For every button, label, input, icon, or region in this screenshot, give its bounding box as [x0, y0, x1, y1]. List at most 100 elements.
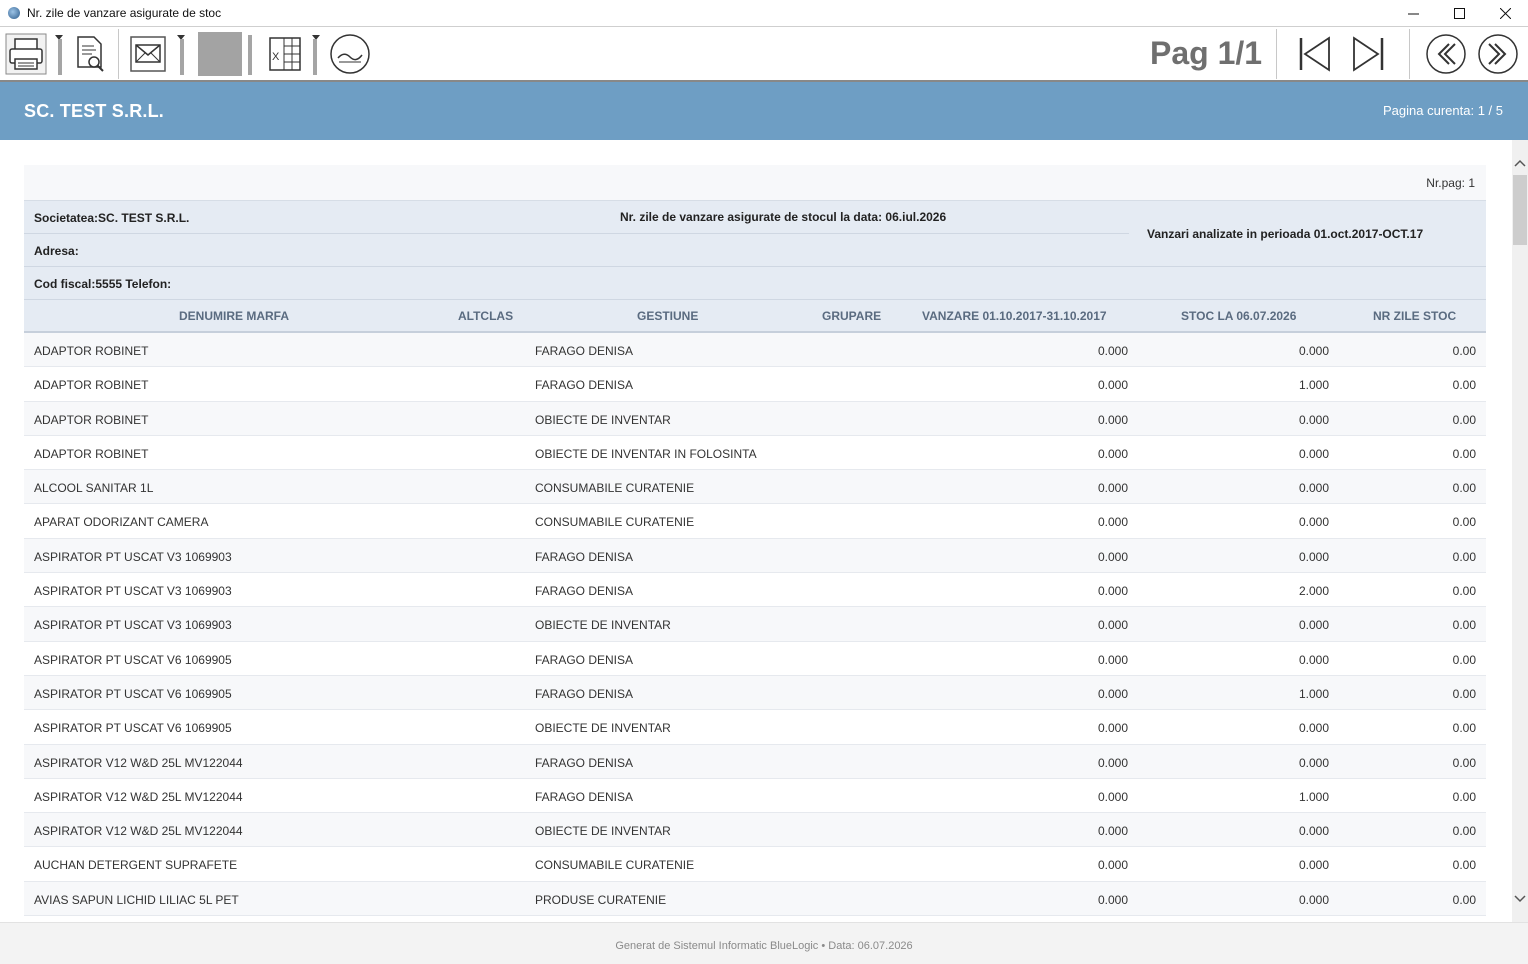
- sales-cell: 0.000: [1097, 515, 1128, 530]
- stock-cell: 0.000: [1298, 549, 1329, 564]
- table-row: ASPIRATOR PT USCAT V3 1069903 FARAGO DENI…: [24, 573, 1486, 608]
- stock-days-cell: 0.00: [1452, 584, 1476, 599]
- table-row: ASPIRATOR PT USCAT V6 1069905 OBIECTE DE …: [24, 710, 1486, 745]
- stock-cell: 0.000: [1298, 652, 1329, 667]
- gestiune-cell: FARAGO DENISA: [535, 584, 634, 599]
- table-row: ALCOOL SANITAR 1L CONSUMABILE CURATENIE 0.…: [24, 470, 1486, 505]
- table-row: ADAPTOR ROBINET OBIECTE DE INVENTAR IN FO…: [24, 436, 1486, 471]
- scroll-down-button[interactable]: [1512, 890, 1528, 907]
- item-name-cell: ASPIRATOR V12 W&D 25L MV122044: [34, 824, 243, 839]
- maximize-button[interactable]: [1436, 0, 1482, 26]
- last-page-button[interactable]: [1348, 31, 1388, 77]
- item-name-cell: ASPIRATOR PT USCAT V6 1069905: [34, 686, 232, 701]
- stock-cell: 0.000: [1298, 344, 1329, 358]
- stock-days-cell: 0.00: [1452, 549, 1476, 564]
- item-name-cell: ASPIRATOR PT USCAT V6 1069905: [34, 652, 232, 667]
- sales-cell: 0.000: [1097, 892, 1128, 907]
- chevron-right-circle-icon: [1478, 34, 1518, 74]
- table-row: AVIAS SAPUN LICHID LILIAC 5L PET PRODUSE …: [24, 881, 1486, 917]
- item-name-cell: ADAPTOR ROBINET: [34, 412, 149, 427]
- column-header: ALTCLAS: [458, 309, 514, 323]
- fiscal-code-label: Cod fiscal:5555 Telefon:: [34, 277, 172, 291]
- stock-days-cell: 0.00: [1452, 412, 1476, 427]
- next-page-button[interactable]: [1476, 31, 1520, 77]
- email-button[interactable]: [126, 31, 170, 77]
- stock-cell: 0.000: [1298, 618, 1329, 633]
- toolbar-divider: [1409, 29, 1410, 79]
- address-label: Adresa:: [34, 244, 79, 258]
- gestiune-cell: FARAGO DENISA: [535, 755, 634, 770]
- stock-cell: 1.000: [1298, 789, 1329, 804]
- column-header: VANZARE 01.10.2017-31.10.2017: [922, 309, 1107, 323]
- close-icon: [1499, 7, 1511, 19]
- sales-cell: 0.000: [1097, 789, 1128, 804]
- disabled-icon: [198, 32, 242, 76]
- stock-days-cell: 0.00: [1452, 481, 1476, 496]
- preview-button[interactable]: [70, 31, 110, 77]
- stock-days-cell: 0.00: [1452, 824, 1476, 839]
- item-name-cell: ASPIRATOR PT USCAT V6 1069905: [34, 721, 232, 736]
- sales-cell: 0.000: [1097, 481, 1128, 496]
- scroll-up-button[interactable]: [1512, 154, 1528, 171]
- analysis-period: Vanzari analizate in perioada 01.oct.201…: [1147, 227, 1424, 241]
- gestiune-cell: OBIECTE DE INVENTAR: [535, 721, 671, 736]
- window-title: Nr. zile de vanzare asigurate de stoc: [27, 6, 222, 20]
- column-header: STOC LA 06.07.2026: [1181, 309, 1297, 323]
- table-row: ASPIRATOR PT USCAT V3 1069903 FARAGO DENI…: [24, 538, 1486, 574]
- gestiune-cell: FARAGO DENISA: [535, 789, 634, 804]
- excel-icon: X: [269, 37, 301, 71]
- sales-cell: 0.000: [1097, 584, 1128, 599]
- column-header: GESTIUNE: [637, 309, 699, 323]
- vertical-scrollbar[interactable]: [1512, 140, 1528, 922]
- stock-days-cell: 0.00: [1452, 755, 1476, 770]
- close-button[interactable]: [1482, 0, 1528, 26]
- stock-days-cell: 0.00: [1452, 618, 1476, 633]
- stock-days-cell: 0.00: [1452, 686, 1476, 701]
- stock-cell: 0.000: [1298, 446, 1329, 461]
- sales-cell: 0.000: [1097, 686, 1128, 701]
- gestiune-cell: FARAGO DENISA: [535, 652, 634, 667]
- stock-days-cell: 0.00: [1452, 515, 1476, 530]
- toolbar-divider: [1276, 29, 1277, 79]
- signature-button[interactable]: [328, 31, 372, 77]
- stock-days-cell: 0.00: [1452, 789, 1476, 804]
- table-row: APARAT ODORIZANT CAMERA CONSUMABILE CURAT…: [24, 504, 1486, 539]
- minimize-button[interactable]: [1390, 0, 1436, 26]
- app-icon: [8, 7, 20, 19]
- gestiune-cell: OBIECTE DE INVENTAR IN FOLOSINTA: [535, 446, 757, 461]
- item-name-cell: ASPIRATOR PT USCAT V3 1069903: [34, 584, 232, 599]
- print-button[interactable]: [4, 31, 48, 77]
- stock-cell: 0.000: [1298, 824, 1329, 839]
- gestiune-cell: PRODUSE CURATENIE: [535, 892, 667, 907]
- scroll-thumb[interactable]: [1513, 175, 1527, 245]
- excel-export-button[interactable]: X: [264, 31, 306, 77]
- item-name-cell: ALCOOL SANITAR 1L: [34, 481, 154, 496]
- stock-cell: 0.000: [1298, 481, 1329, 496]
- gestiune-cell: OBIECTE DE INVENTAR: [535, 618, 671, 633]
- chevron-left-circle-icon: [1426, 34, 1466, 74]
- signature-icon: [330, 34, 370, 74]
- toolbar-separator: [180, 39, 184, 75]
- item-name-cell: ADAPTOR ROBINET: [34, 378, 149, 393]
- previous-page-button[interactable]: [1424, 31, 1468, 77]
- page-number: Nr.pag: 1: [24, 165, 1486, 200]
- table-row: ASPIRATOR PT USCAT V6 1069905 FARAGO DENI…: [24, 642, 1486, 676]
- skip-last-icon: [1353, 36, 1384, 72]
- chevron-up-icon: [1514, 159, 1526, 167]
- stock-cell: 1.000: [1298, 378, 1329, 393]
- disabled-button[interactable]: [197, 31, 243, 77]
- company-name: SC. TEST S.R.L.: [24, 101, 165, 121]
- first-page-button[interactable]: [1295, 31, 1335, 77]
- gestiune-cell: CONSUMABILE CURATENIE: [535, 515, 695, 530]
- toolbar-separator: [248, 35, 252, 75]
- sales-cell: 0.000: [1097, 755, 1128, 770]
- table-row: ASPIRATOR PT USCAT V3 1069903 OBIECTE DE …: [24, 607, 1486, 642]
- report-header: SC. TEST S.R.L. Pagina curenta: 1 / 5: [0, 82, 1528, 140]
- envelope-icon: [130, 36, 166, 72]
- page-indicator: Pag 1/1: [1150, 35, 1263, 71]
- item-name-cell: AUCHAN DETERGENT SUPRAFETE: [34, 858, 238, 873]
- sales-cell: 0.000: [1097, 721, 1128, 736]
- table-row: ASPIRATOR V12 W&D 25L MV122044 FARAGO DEN…: [24, 779, 1486, 814]
- sales-cell: 0.000: [1097, 412, 1128, 427]
- gestiune-cell: CONSUMABILE CURATENIE: [535, 858, 695, 873]
